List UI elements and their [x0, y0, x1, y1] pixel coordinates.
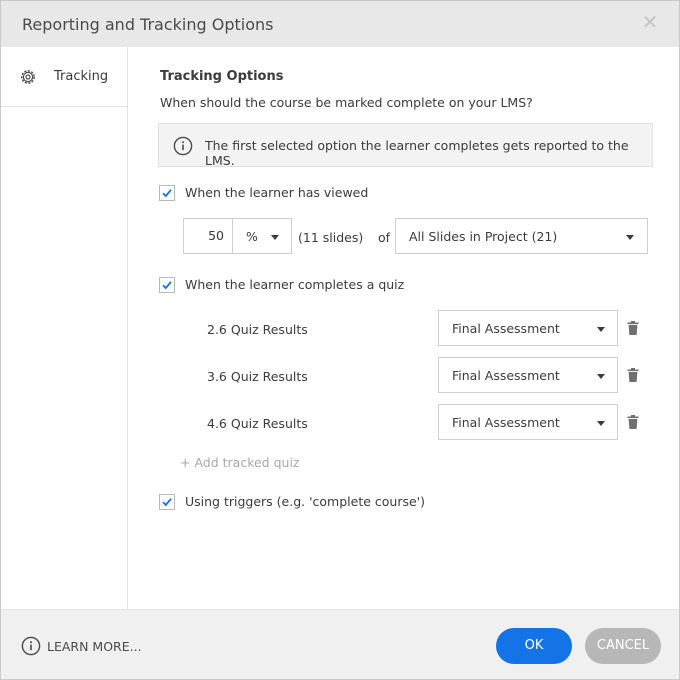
learn-more-label: LEARN MORE...	[47, 639, 142, 654]
chevron-down-icon	[597, 374, 605, 379]
viewed-label: When the learner has viewed	[185, 185, 369, 200]
checkmark-icon	[162, 281, 172, 290]
add-tracked-quiz-link[interactable]: + Add tracked quiz	[180, 455, 299, 470]
unit-select-value: %	[246, 229, 258, 244]
cancel-button[interactable]: CANCEL	[585, 628, 661, 664]
chevron-down-icon	[271, 235, 279, 240]
chevron-down-icon	[597, 421, 605, 426]
viewed-amount-input[interactable]: 50	[183, 218, 232, 254]
triggers-label: Using triggers (e.g. 'complete course')	[185, 494, 425, 509]
quiz-row-select-value: Final Assessment	[452, 321, 560, 336]
slide-scope-value: All Slides in Project (21)	[409, 229, 558, 244]
sidebar: Tracking	[1, 47, 128, 609]
trash-icon[interactable]	[627, 415, 639, 429]
dialog-titlebar: Reporting and Tracking Options ✕	[1, 1, 679, 47]
quiz-row-select[interactable]: Final Assessment	[438, 404, 618, 440]
section-title: Tracking Options	[160, 69, 284, 84]
quiz-row-select-value: Final Assessment	[452, 368, 560, 383]
main-content: Tracking Options When should the course …	[128, 47, 679, 609]
unit-select[interactable]: %	[232, 218, 292, 254]
of-label: of	[378, 230, 391, 245]
quiz-row-label: 4.6 Quiz Results	[207, 416, 308, 431]
quiz-row-select[interactable]: Final Assessment	[438, 357, 618, 393]
checkmark-icon	[162, 498, 172, 507]
quiz-row-select[interactable]: Final Assessment	[438, 310, 618, 346]
chevron-down-icon	[626, 235, 634, 240]
info-icon	[173, 136, 193, 156]
info-text: The first selected option the learner co…	[205, 138, 629, 168]
close-icon[interactable]: ✕	[641, 12, 659, 32]
info-icon	[21, 636, 41, 656]
dialog-title: Reporting and Tracking Options	[22, 15, 274, 34]
ok-button[interactable]: OK	[496, 628, 572, 664]
gear-icon	[21, 70, 35, 84]
sidebar-item-tracking[interactable]: Tracking	[1, 47, 127, 107]
dialog-footer: LEARN MORE... OK CANCEL	[1, 609, 679, 679]
triggers-checkbox[interactable]	[159, 494, 175, 510]
viewed-checkbox[interactable]	[159, 185, 175, 201]
quiz-label: When the learner completes a quiz	[185, 277, 405, 292]
sidebar-item-label: Tracking	[54, 69, 109, 84]
info-box: The first selected option the learner co…	[158, 123, 653, 168]
quiz-row-select-value: Final Assessment	[452, 415, 560, 430]
quiz-row-label: 3.6 Quiz Results	[207, 369, 308, 384]
reporting-dialog: Reporting and Tracking Options ✕ Trackin…	[0, 0, 680, 680]
slides-note: (11 slides)	[298, 230, 364, 245]
quiz-checkbox[interactable]	[159, 277, 175, 293]
chevron-down-icon	[597, 327, 605, 332]
trash-icon[interactable]	[627, 368, 639, 382]
trash-icon[interactable]	[627, 321, 639, 335]
slide-scope-select[interactable]: All Slides in Project (21)	[395, 218, 648, 254]
quiz-row-label: 2.6 Quiz Results	[207, 322, 308, 337]
section-question: When should the course be marked complet…	[160, 95, 533, 110]
checkmark-icon	[162, 189, 172, 198]
